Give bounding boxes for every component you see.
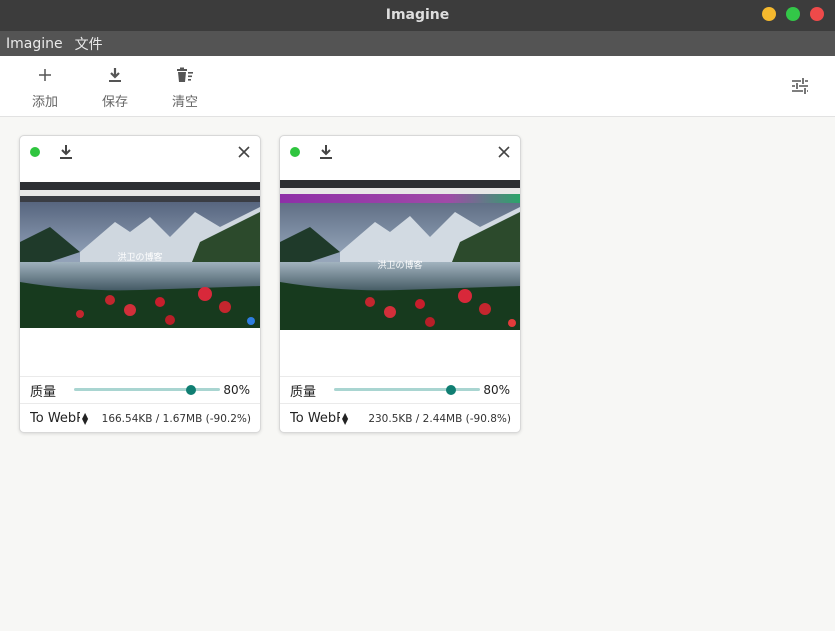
image-card: 洪卫の博客 质量 80% To WebP ▲ ▼ 166.54KB / 1.67M… [19,135,261,433]
add-button[interactable]: 添加 [20,56,70,117]
image-thumbnail[interactable]: 洪卫の博客 [20,182,260,328]
download-icon [108,66,122,84]
card-download-button[interactable] [318,144,334,160]
quality-slider-knob[interactable] [445,385,456,395]
quality-slider-track [334,388,480,391]
download-icon [60,145,72,159]
add-button-label: 添加 [31,95,58,110]
select-arrows-icon: ▲ ▼ [342,410,349,426]
quality-slider-track [74,388,220,391]
download-icon [320,145,332,159]
blog-screenshot-thumbnail: 洪卫の博客 [20,182,260,328]
settings-sliders-button[interactable] [789,75,811,97]
window-title: Imagine [385,7,450,23]
format-select[interactable]: To WebP ▲ ▼ [290,411,352,426]
format-value: To WebP [290,411,340,426]
save-button[interactable]: 保存 [90,56,140,117]
format-select[interactable]: To WebP ▲ ▼ [30,411,92,426]
card-close-button[interactable] [237,144,251,158]
status-ok-indicator [30,147,40,157]
format-value: To WebP [30,411,80,426]
format-row: To WebP ▲ ▼ 166.54KB / 1.67MB (-90.2%) [20,403,260,433]
clear-button[interactable]: 清空 [160,56,210,117]
quality-row: 质量 80% [280,376,520,403]
quality-label: 质量 [290,384,317,400]
close-icon [498,146,510,158]
image-card: 洪卫の博客 质量 80% To WebP ▲ ▼ 230.5KB / 2.44MB… [279,135,521,433]
plus-icon [38,66,52,84]
minimize-button[interactable] [762,7,776,21]
menu-file[interactable]: 文件 [75,34,103,54]
image-thumbnail[interactable]: 洪卫の博客 [280,180,520,330]
menu-bar: Imagine 文件 [0,31,835,56]
thumb-caption: 洪卫の博客 [117,251,162,263]
close-window-button[interactable] [810,7,824,21]
card-close-button[interactable] [497,144,511,158]
sliders-icon [792,78,808,94]
quality-value: 80% [483,383,510,397]
quality-row: 质量 80% [20,376,260,403]
thumb-caption: 洪卫の博客 [377,259,422,271]
card-download-button[interactable] [58,144,74,160]
maximize-button[interactable] [786,7,800,21]
title-bar: Imagine [0,0,835,31]
clear-button-label: 清空 [171,95,198,110]
menu-imagine[interactable]: Imagine [6,36,63,52]
save-button-label: 保存 [101,95,128,110]
clear-all-icon [176,66,194,84]
quality-slider[interactable] [334,383,480,397]
quality-label: 质量 [30,384,57,400]
format-row: To WebP ▲ ▼ 230.5KB / 2.44MB (-90.8%) [280,403,520,433]
status-ok-indicator [290,147,300,157]
quality-value: 80% [223,383,250,397]
toolbar: 添加 保存 清空 [0,56,835,117]
size-info: 166.54KB / 1.67MB (-90.2%) [101,412,251,425]
quality-slider-knob[interactable] [185,385,196,395]
select-arrows-icon: ▲ ▼ [82,410,89,426]
size-info: 230.5KB / 2.44MB (-90.8%) [368,412,511,425]
quality-slider[interactable] [74,383,220,397]
close-icon [238,146,250,158]
blog-screenshot-thumbnail: 洪卫の博客 [280,180,520,330]
